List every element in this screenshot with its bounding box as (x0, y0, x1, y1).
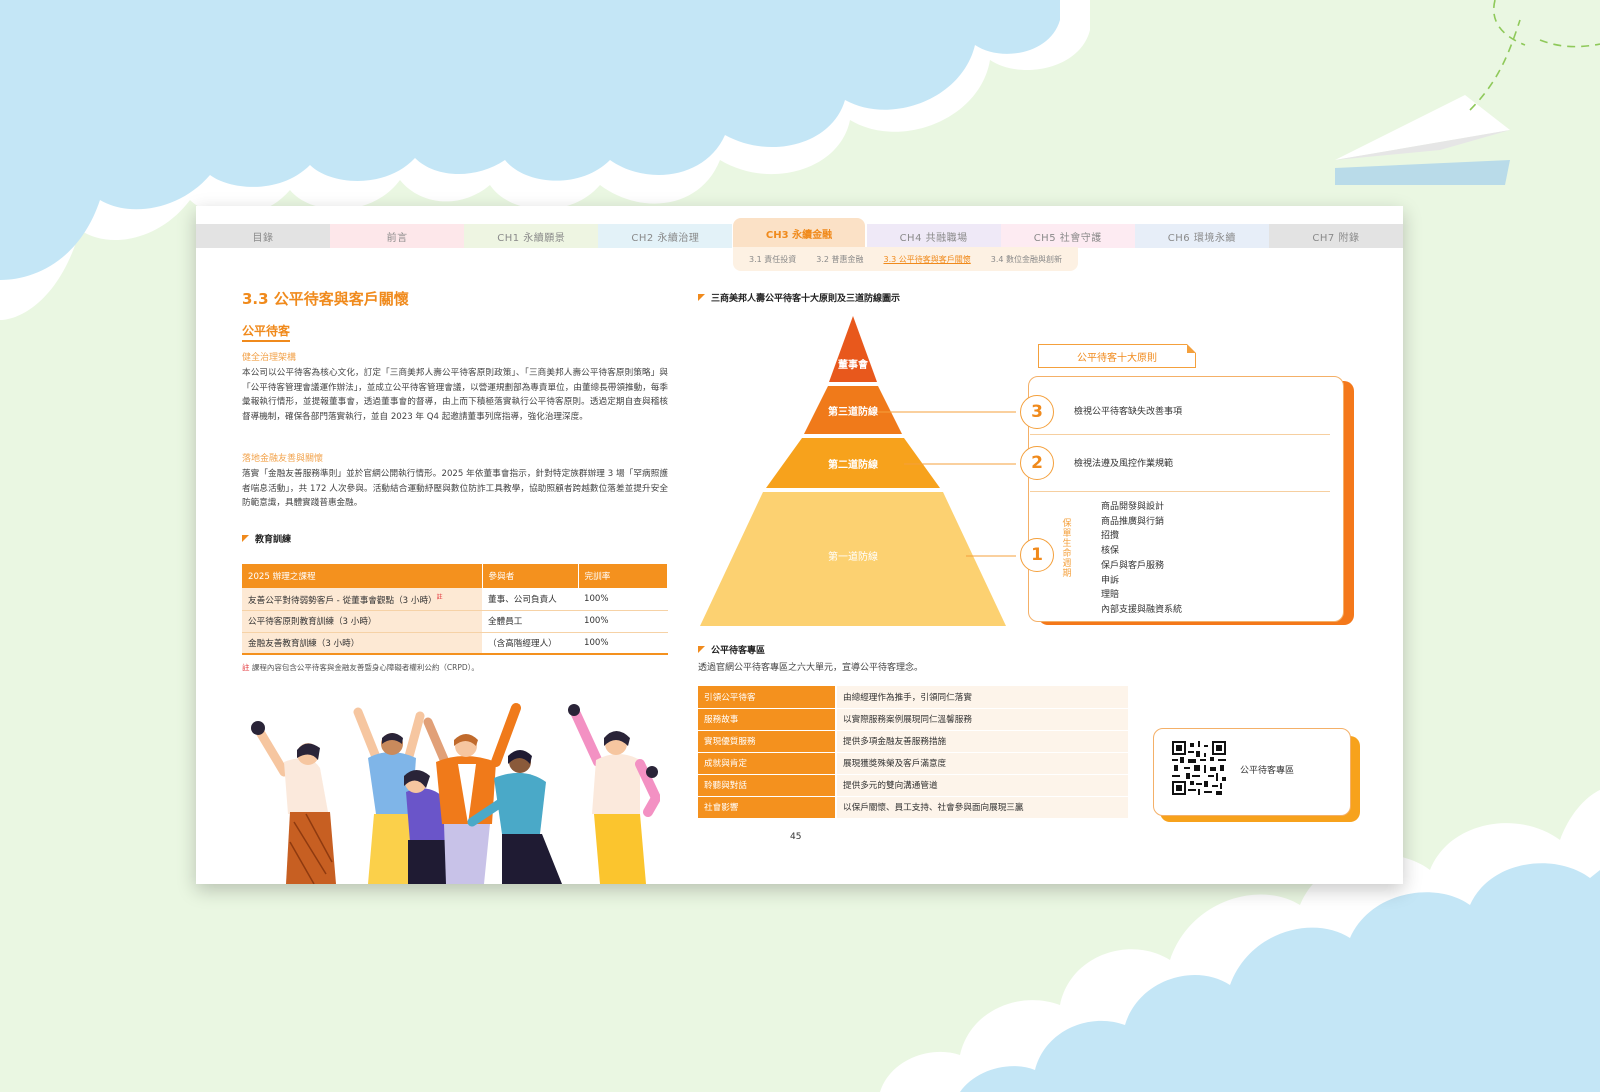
second-line-duty: 檢視法遵及風控作業規範 (1074, 459, 1174, 469)
tier-second-label: 第二道防線 (828, 460, 878, 471)
divider (1030, 434, 1330, 435)
list-item: 核保 (1101, 546, 1120, 557)
list-item: 商品開發與設計 (1101, 502, 1165, 512)
unit-desc: 提供多元的雙向溝通管道 (836, 774, 1128, 797)
unit-name: 聆聽與對話 (698, 774, 837, 797)
list-item: 招攬 (1101, 531, 1120, 542)
table-row: 引領公平待客 由總經理作為推手，引領同仁落實 (698, 686, 1128, 709)
paper-plane-icon (1335, 0, 1600, 185)
zone-description: 透過官網公平待客專區之六大單元，宣導公平待客理念。 (698, 663, 924, 673)
unit-name: 社會影響 (698, 796, 837, 819)
unit-desc: 以保戶關懷、員工支持、社會參與面向展現三贏 (836, 796, 1128, 819)
unit-desc: 以實際服務案例展現同仁溫馨服務 (836, 708, 1128, 731)
table-row: 服務故事 以實際服務案例展現同仁溫馨服務 (698, 708, 1128, 731)
policy-lifecycle-vertical-label: 保單生命週期 (1062, 519, 1072, 579)
table-row: 聆聽與對話 提供多元的雙向溝通管道 (698, 774, 1128, 797)
unit-name: 實現優質服務 (698, 730, 837, 753)
qr-code-icon[interactable] (1172, 741, 1226, 795)
zone-units-table: 引領公平待客 由總經理作為推手，引領同仁落實 服務故事 以實際服務案例展現同仁溫馨服… (698, 686, 1128, 819)
tier-third-label: 第三道防線 (828, 407, 878, 418)
lifecycle-list: 商品開發與設計 商品推廣與行銷 招攬 核保 保戶與客戶服務 申訴 理賠 內部支援… (1101, 500, 1182, 618)
list-item: 保戶與客戶服務 (1101, 560, 1165, 571)
table-row: 社會影響 以保戶關懷、員工支持、社會參與面向展現三贏 (698, 796, 1128, 819)
page-number: 45 (790, 832, 802, 842)
unit-desc: 由總經理作為推手，引領同仁落實 (836, 686, 1128, 709)
divider (1030, 491, 1330, 492)
zone-heading: 公平待客專區 (698, 643, 765, 656)
qr-label: 公平待客專區 (1240, 766, 1295, 776)
table-row: 實現優質服務 提供多項金融友善服務措施 (698, 730, 1128, 753)
table-row: 成就與肯定 展現獲獎殊榮及客戶滿意度 (698, 752, 1128, 775)
unit-desc: 提供多項金融友善服務措施 (836, 730, 1128, 753)
zone-title: 公平待客專區 (711, 646, 766, 656)
corner-marker-icon (698, 646, 705, 653)
unit-name: 引領公平待客 (698, 686, 837, 709)
unit-name: 服務故事 (698, 708, 837, 731)
list-item: 理賠 (1101, 590, 1120, 601)
pyramid-tier-board (829, 316, 877, 382)
report-page: 目錄 前言 CH1 永續願景 CH2 永續治理 CH4 共融職場 CH5 社會守… (196, 206, 1403, 884)
third-line-duty: 檢視公平待客缺失改善事項 (1074, 407, 1183, 417)
ring-2: 2 (1020, 446, 1054, 480)
unit-desc: 展現獲獎殊榮及客戶滿意度 (836, 752, 1128, 775)
ring-1: 1 (1020, 538, 1054, 572)
list-item: 商品推廣與行銷 (1101, 516, 1165, 527)
tier-first-label: 第一道防線 (828, 552, 878, 563)
tier-board-label: 董事會 (838, 360, 868, 371)
list-item: 內部支援與融資系統 (1101, 604, 1183, 615)
ring-3: 3 (1020, 395, 1054, 429)
unit-name: 成就與肯定 (698, 752, 837, 775)
list-item: 申訴 (1101, 575, 1120, 586)
